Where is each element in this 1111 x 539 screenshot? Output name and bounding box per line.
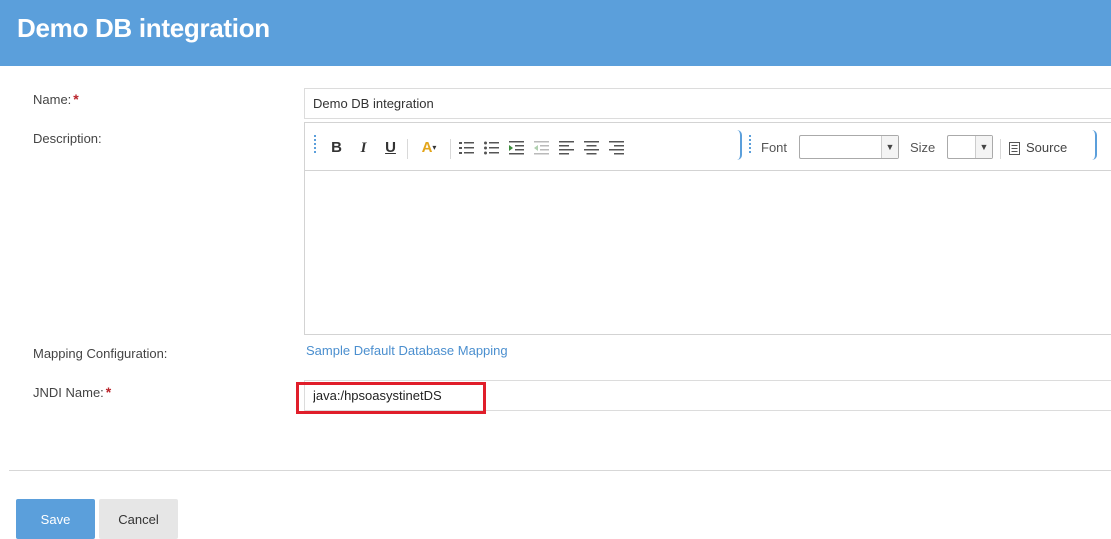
indent-button[interactable] (505, 130, 528, 166)
format-group: B I U A▾ (325, 130, 745, 166)
name-label-text: Name: (33, 92, 72, 107)
group-end (1090, 130, 1097, 160)
separator (407, 139, 408, 159)
divider (9, 470, 1111, 471)
align-center-button[interactable] (580, 130, 603, 166)
chevron-down-icon: ▾ (432, 143, 437, 153)
numbered-list-icon (459, 142, 474, 155)
required-indicator: * (73, 91, 79, 107)
align-left-icon (559, 141, 574, 155)
chevron-down-icon: ▼ (975, 136, 992, 158)
mapping-label: Mapping Configuration: (33, 346, 168, 361)
chevron-down-icon: ▼ (881, 136, 898, 158)
jndi-label: JNDI Name: * (33, 384, 111, 400)
size-select[interactable]: ▼ (947, 135, 993, 159)
description-label: Description: (33, 131, 102, 146)
outdent-icon (534, 141, 549, 155)
font-select[interactable]: ▼ (799, 135, 899, 159)
name-input[interactable] (304, 88, 1111, 119)
size-label: Size (910, 140, 936, 155)
text-color-button[interactable]: A▾ (413, 130, 445, 166)
editor-toolbar: B I U A▾ Font ▼ Size ▼ Source (305, 123, 1111, 171)
source-label: Source (1026, 140, 1068, 155)
page-title: Demo DB integration (17, 13, 270, 43)
font-group: Font ▼ Size ▼ Source (759, 130, 1099, 166)
toolbar-grip (314, 135, 318, 153)
align-right-button[interactable] (605, 130, 628, 166)
bullet-list-button[interactable] (480, 130, 503, 166)
toolbar-grip (749, 135, 753, 153)
group-end (735, 130, 742, 160)
jndi-name-input[interactable] (304, 380, 1111, 411)
numbered-list-button[interactable] (455, 130, 478, 166)
bullet-list-icon (484, 141, 499, 155)
document-icon (1009, 142, 1020, 156)
required-indicator: * (105, 384, 112, 400)
italic-button[interactable]: I (352, 130, 375, 166)
separator (450, 139, 451, 159)
align-left-button[interactable] (555, 130, 578, 166)
page-header: Demo DB integration (0, 0, 1111, 66)
align-center-icon (584, 141, 599, 155)
bold-button[interactable]: B (325, 130, 348, 166)
mapping-link[interactable]: Sample Default Database Mapping (306, 343, 508, 358)
source-button[interactable]: Source (1009, 130, 1067, 166)
indent-icon (509, 141, 524, 155)
jndi-label-text: JNDI Name: (33, 385, 104, 400)
name-label: Name: * (33, 91, 79, 107)
underline-button[interactable]: U (379, 130, 402, 166)
cancel-button[interactable]: Cancel (99, 499, 178, 539)
save-button[interactable]: Save (16, 499, 95, 539)
text-color-icon: A (421, 139, 433, 156)
outdent-button[interactable] (530, 130, 553, 166)
separator (1000, 139, 1001, 159)
font-label: Font (761, 140, 788, 155)
description-editor[interactable]: B I U A▾ Font ▼ Size ▼ Source (304, 122, 1111, 335)
align-right-icon (609, 141, 624, 155)
